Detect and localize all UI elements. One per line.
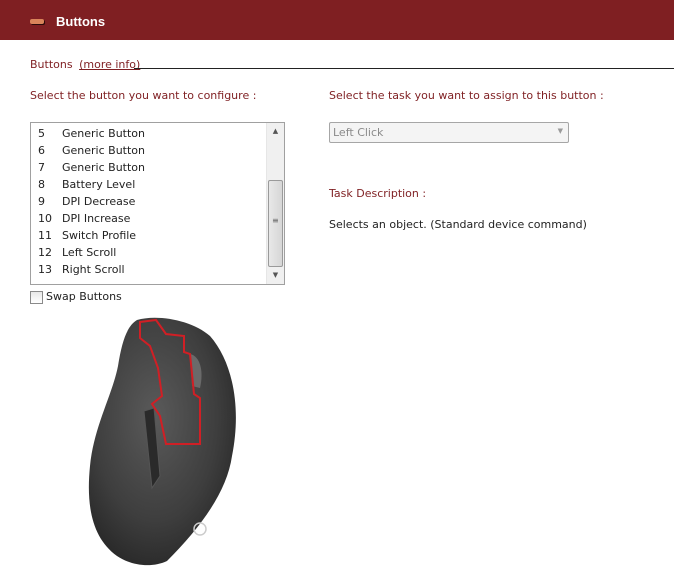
scrollbar[interactable]: ▲ ≡ ▼ <box>266 123 284 284</box>
list-item[interactable]: 13 Right Scroll <box>31 261 267 278</box>
button-select-label: Select the button you want to configure … <box>30 89 257 102</box>
swap-buttons-label: Swap Buttons <box>46 290 122 303</box>
scrollbar-thumb[interactable]: ≡ <box>268 180 283 267</box>
button-name: Generic Button <box>62 127 145 140</box>
page-title: Buttons <box>56 14 106 29</box>
button-name: Generic Button <box>62 144 145 157</box>
page-header: Buttons <box>0 0 674 40</box>
swap-buttons-checkbox[interactable] <box>30 290 43 304</box>
list-item[interactable]: 8 Battery Level <box>31 176 267 193</box>
list-item[interactable]: 11 Switch Profile <box>31 227 267 244</box>
button-name: Battery Level <box>62 178 136 191</box>
list-item[interactable]: 6 Generic Button <box>31 142 267 159</box>
grip-icon: ≡ <box>272 216 279 225</box>
list-item[interactable]: 7 Generic Button <box>31 159 267 176</box>
mouse-image <box>88 317 236 566</box>
scroll-down-arrow-icon[interactable]: ▼ <box>267 267 284 284</box>
button-number: 6 <box>38 144 45 157</box>
button-name: DPI Decrease <box>62 195 136 208</box>
more-info-link[interactable]: (more info) <box>79 58 140 71</box>
button-number: 5 <box>38 127 45 140</box>
list-item[interactable]: 10 DPI Increase <box>31 210 267 227</box>
chevron-down-icon: ▼ <box>557 127 563 135</box>
list-item[interactable]: 5 Generic Button <box>31 125 267 142</box>
task-dropdown[interactable]: Left Click ▼ <box>329 122 569 143</box>
button-name: Left Scroll <box>62 246 117 259</box>
task-dropdown-value: Left Click <box>333 126 384 139</box>
buttons-icon <box>30 19 44 24</box>
button-name: DPI Increase <box>62 212 131 225</box>
button-number: 13 <box>38 263 52 276</box>
mouse-body <box>88 317 236 566</box>
button-number: 10 <box>38 212 52 225</box>
swap-buttons-row[interactable]: Swap Buttons <box>30 290 122 304</box>
task-description-text: Selects an object. (Standard device comm… <box>329 218 587 231</box>
button-number: 12 <box>38 246 52 259</box>
list-item[interactable]: 9 DPI Decrease <box>31 193 267 210</box>
button-listbox[interactable]: 5 Generic Button 6 Generic Button 7 Generic B… <box>30 122 285 285</box>
button-name: Generic Button <box>62 161 145 174</box>
section-title: Buttons (more info) <box>30 58 140 71</box>
task-description-label: Task Description : <box>329 187 427 200</box>
button-number: 11 <box>38 229 52 242</box>
button-name: Right Scroll <box>62 263 125 276</box>
section-title-text: Buttons <box>30 58 73 71</box>
button-name: Switch Profile <box>62 229 137 242</box>
button-number: 8 <box>38 178 45 191</box>
scroll-up-arrow-icon[interactable]: ▲ <box>267 123 284 140</box>
section-divider <box>134 68 674 69</box>
list-item[interactable]: 12 Left Scroll <box>31 244 267 261</box>
button-number: 9 <box>38 195 45 208</box>
button-list: 5 Generic Button 6 Generic Button 7 Generic B… <box>31 125 267 278</box>
button-number: 7 <box>38 161 45 174</box>
task-select-label: Select the task you want to assign to th… <box>329 89 604 102</box>
